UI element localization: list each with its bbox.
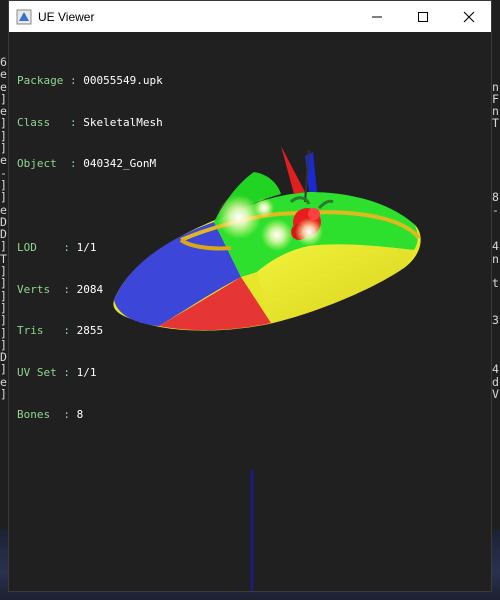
object-label: Object (17, 157, 57, 171)
window-title: UE Viewer (38, 9, 95, 24)
uvset-label: UV Set (17, 365, 57, 379)
verts-row: Verts : 2084 (17, 282, 104, 296)
ue-viewer-window[interactable]: UE Viewer Package: 00055549.upk Class:… (8, 0, 492, 592)
tris-value: 2855 (76, 324, 104, 338)
lod-value: 1/1 (76, 240, 97, 254)
maximize-icon (418, 11, 428, 22)
verts-label: Verts (17, 282, 51, 296)
title-bar[interactable]: UE Viewer (9, 1, 491, 32)
lod-row: LOD : 1/1 (17, 240, 97, 254)
maximize-button[interactable] (400, 1, 446, 32)
tris-row: Tris : 2855 (17, 324, 104, 338)
minimize-button[interactable] (354, 1, 400, 32)
app-icon (16, 9, 32, 25)
3d-viewport[interactable]: Package : 00055549.upk Class : SkeletalM… (9, 32, 491, 591)
vertical-axis-line (251, 470, 253, 591)
lod-label: LOD (17, 240, 37, 254)
background-console-right: n F n T 8 - 4 n t 3 4 d V (492, 79, 499, 401)
uvset-row: UV Set : 1/1 (17, 365, 97, 379)
object-value: 040342_GonM (83, 157, 157, 171)
bones-value: 8 (76, 407, 84, 421)
info-spacer (17, 199, 163, 213)
close-icon (463, 11, 475, 22)
minimize-icon (372, 16, 382, 17)
class-label: Class (17, 115, 51, 129)
object-row: Object : 040342_GonM (17, 157, 157, 171)
package-label: Package (17, 73, 64, 87)
class-value: SkeletalMesh (83, 115, 163, 129)
close-button[interactable] (446, 1, 492, 32)
uvset-value: 1/1 (76, 365, 97, 379)
verts-value: 2084 (76, 282, 104, 296)
bones-row: Bones : 8 (17, 407, 84, 421)
bones-label: Bones (17, 407, 51, 421)
tris-label: Tris (17, 324, 44, 338)
mesh-info-panel: Package : 00055549.upk Class : SkeletalM… (17, 46, 163, 449)
background-console-left: 6 e e ] e ] ] ] e - ] ] e D D ] T ] ] ] … (0, 56, 7, 401)
package-row: Package : 00055549.upk (17, 73, 163, 87)
class-row: Class : SkeletalMesh (17, 115, 163, 129)
package-value: 00055549.upk (83, 73, 163, 87)
